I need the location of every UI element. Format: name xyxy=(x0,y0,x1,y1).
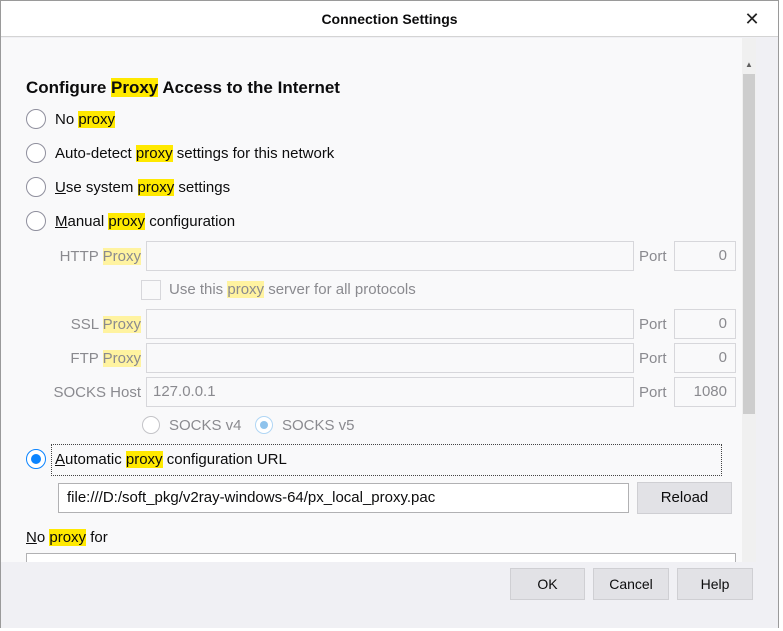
vertical-scrollbar[interactable]: ▲ xyxy=(742,38,756,562)
radio-socks-v4[interactable]: SOCKS v4 xyxy=(142,416,242,434)
no-proxy-for-label: No proxy for xyxy=(26,529,108,546)
scroll-up-icon[interactable]: ▲ xyxy=(742,58,756,72)
scrollbar-thumb[interactable] xyxy=(743,74,755,414)
help-button[interactable]: Help xyxy=(677,568,753,600)
radio-label: Manual proxy configuration xyxy=(55,212,236,230)
radio-auto-proxy-url[interactable]: Automatic proxy configuration URL xyxy=(26,449,287,469)
http-port-input[interactable]: 0 xyxy=(674,241,736,271)
radio-button[interactable] xyxy=(26,177,46,197)
reload-button[interactable]: Reload xyxy=(637,482,732,514)
radio-label: Automatic proxy configuration URL xyxy=(55,450,287,468)
radio-system-proxy[interactable]: Use system proxy settings xyxy=(26,177,230,197)
connection-settings-dialog: Connection Settings ✕ Configure Proxy Ac… xyxy=(0,0,779,628)
dialog-footer: OK Cancel Help xyxy=(1,562,778,628)
ok-button[interactable]: OK xyxy=(510,568,585,600)
ssl-proxy-label: SSL Proxy xyxy=(70,316,141,333)
ssl-port-label: Port xyxy=(639,316,667,333)
socks-host-input[interactable]: 127.0.0.1 xyxy=(146,377,634,407)
pac-url-input[interactable]: file:///D:/soft_pkg/v2ray-windows-64/px_… xyxy=(58,483,629,513)
http-proxy-label: HTTP Proxy xyxy=(59,248,141,265)
radio-label: Auto-detect proxy settings for this netw… xyxy=(55,144,335,162)
ssl-proxy-input[interactable] xyxy=(146,309,634,339)
radio-button[interactable] xyxy=(142,416,160,434)
http-proxy-input[interactable] xyxy=(146,241,634,271)
socks-port-input[interactable]: 1080 xyxy=(674,377,736,407)
radio-button[interactable] xyxy=(26,449,46,469)
dialog-title: Connection Settings xyxy=(321,11,458,27)
radio-label: SOCKS v4 xyxy=(169,416,242,434)
no-proxy-for-input[interactable] xyxy=(26,553,736,562)
ssl-port-input[interactable]: 0 xyxy=(674,309,736,339)
socks-port-label: Port xyxy=(639,384,667,401)
section-title: Configure Proxy Access to the Internet xyxy=(26,78,340,97)
radio-button[interactable] xyxy=(255,416,273,434)
ftp-port-input[interactable]: 0 xyxy=(674,343,736,373)
radio-label: SOCKS v5 xyxy=(282,416,355,434)
radio-auto-detect[interactable]: Auto-detect proxy settings for this netw… xyxy=(26,143,334,163)
radio-manual-proxy[interactable]: Manual proxy configuration xyxy=(26,211,235,231)
radio-no-proxy[interactable]: No proxy xyxy=(26,109,116,129)
ftp-proxy-input[interactable] xyxy=(146,343,634,373)
radio-socks-v5[interactable]: SOCKS v5 xyxy=(255,416,355,434)
close-icon[interactable]: ✕ xyxy=(740,7,764,31)
radio-label: No proxy xyxy=(55,110,116,128)
radio-label: Use system proxy settings xyxy=(55,178,231,196)
radio-button[interactable] xyxy=(26,211,46,231)
radio-button[interactable] xyxy=(26,143,46,163)
ftp-proxy-label: FTP Proxy xyxy=(70,350,141,367)
share-proxy-checkbox[interactable] xyxy=(141,280,161,300)
title-bar: Connection Settings ✕ xyxy=(1,1,778,37)
share-proxy-label: Use this proxy server for all protocols xyxy=(169,281,416,298)
settings-content: Configure Proxy Access to the Internet N… xyxy=(1,38,742,562)
socks-host-label: SOCKS Host xyxy=(53,384,141,401)
radio-button[interactable] xyxy=(26,109,46,129)
cancel-button[interactable]: Cancel xyxy=(593,568,669,600)
http-port-label: Port xyxy=(639,248,667,265)
ftp-port-label: Port xyxy=(639,350,667,367)
